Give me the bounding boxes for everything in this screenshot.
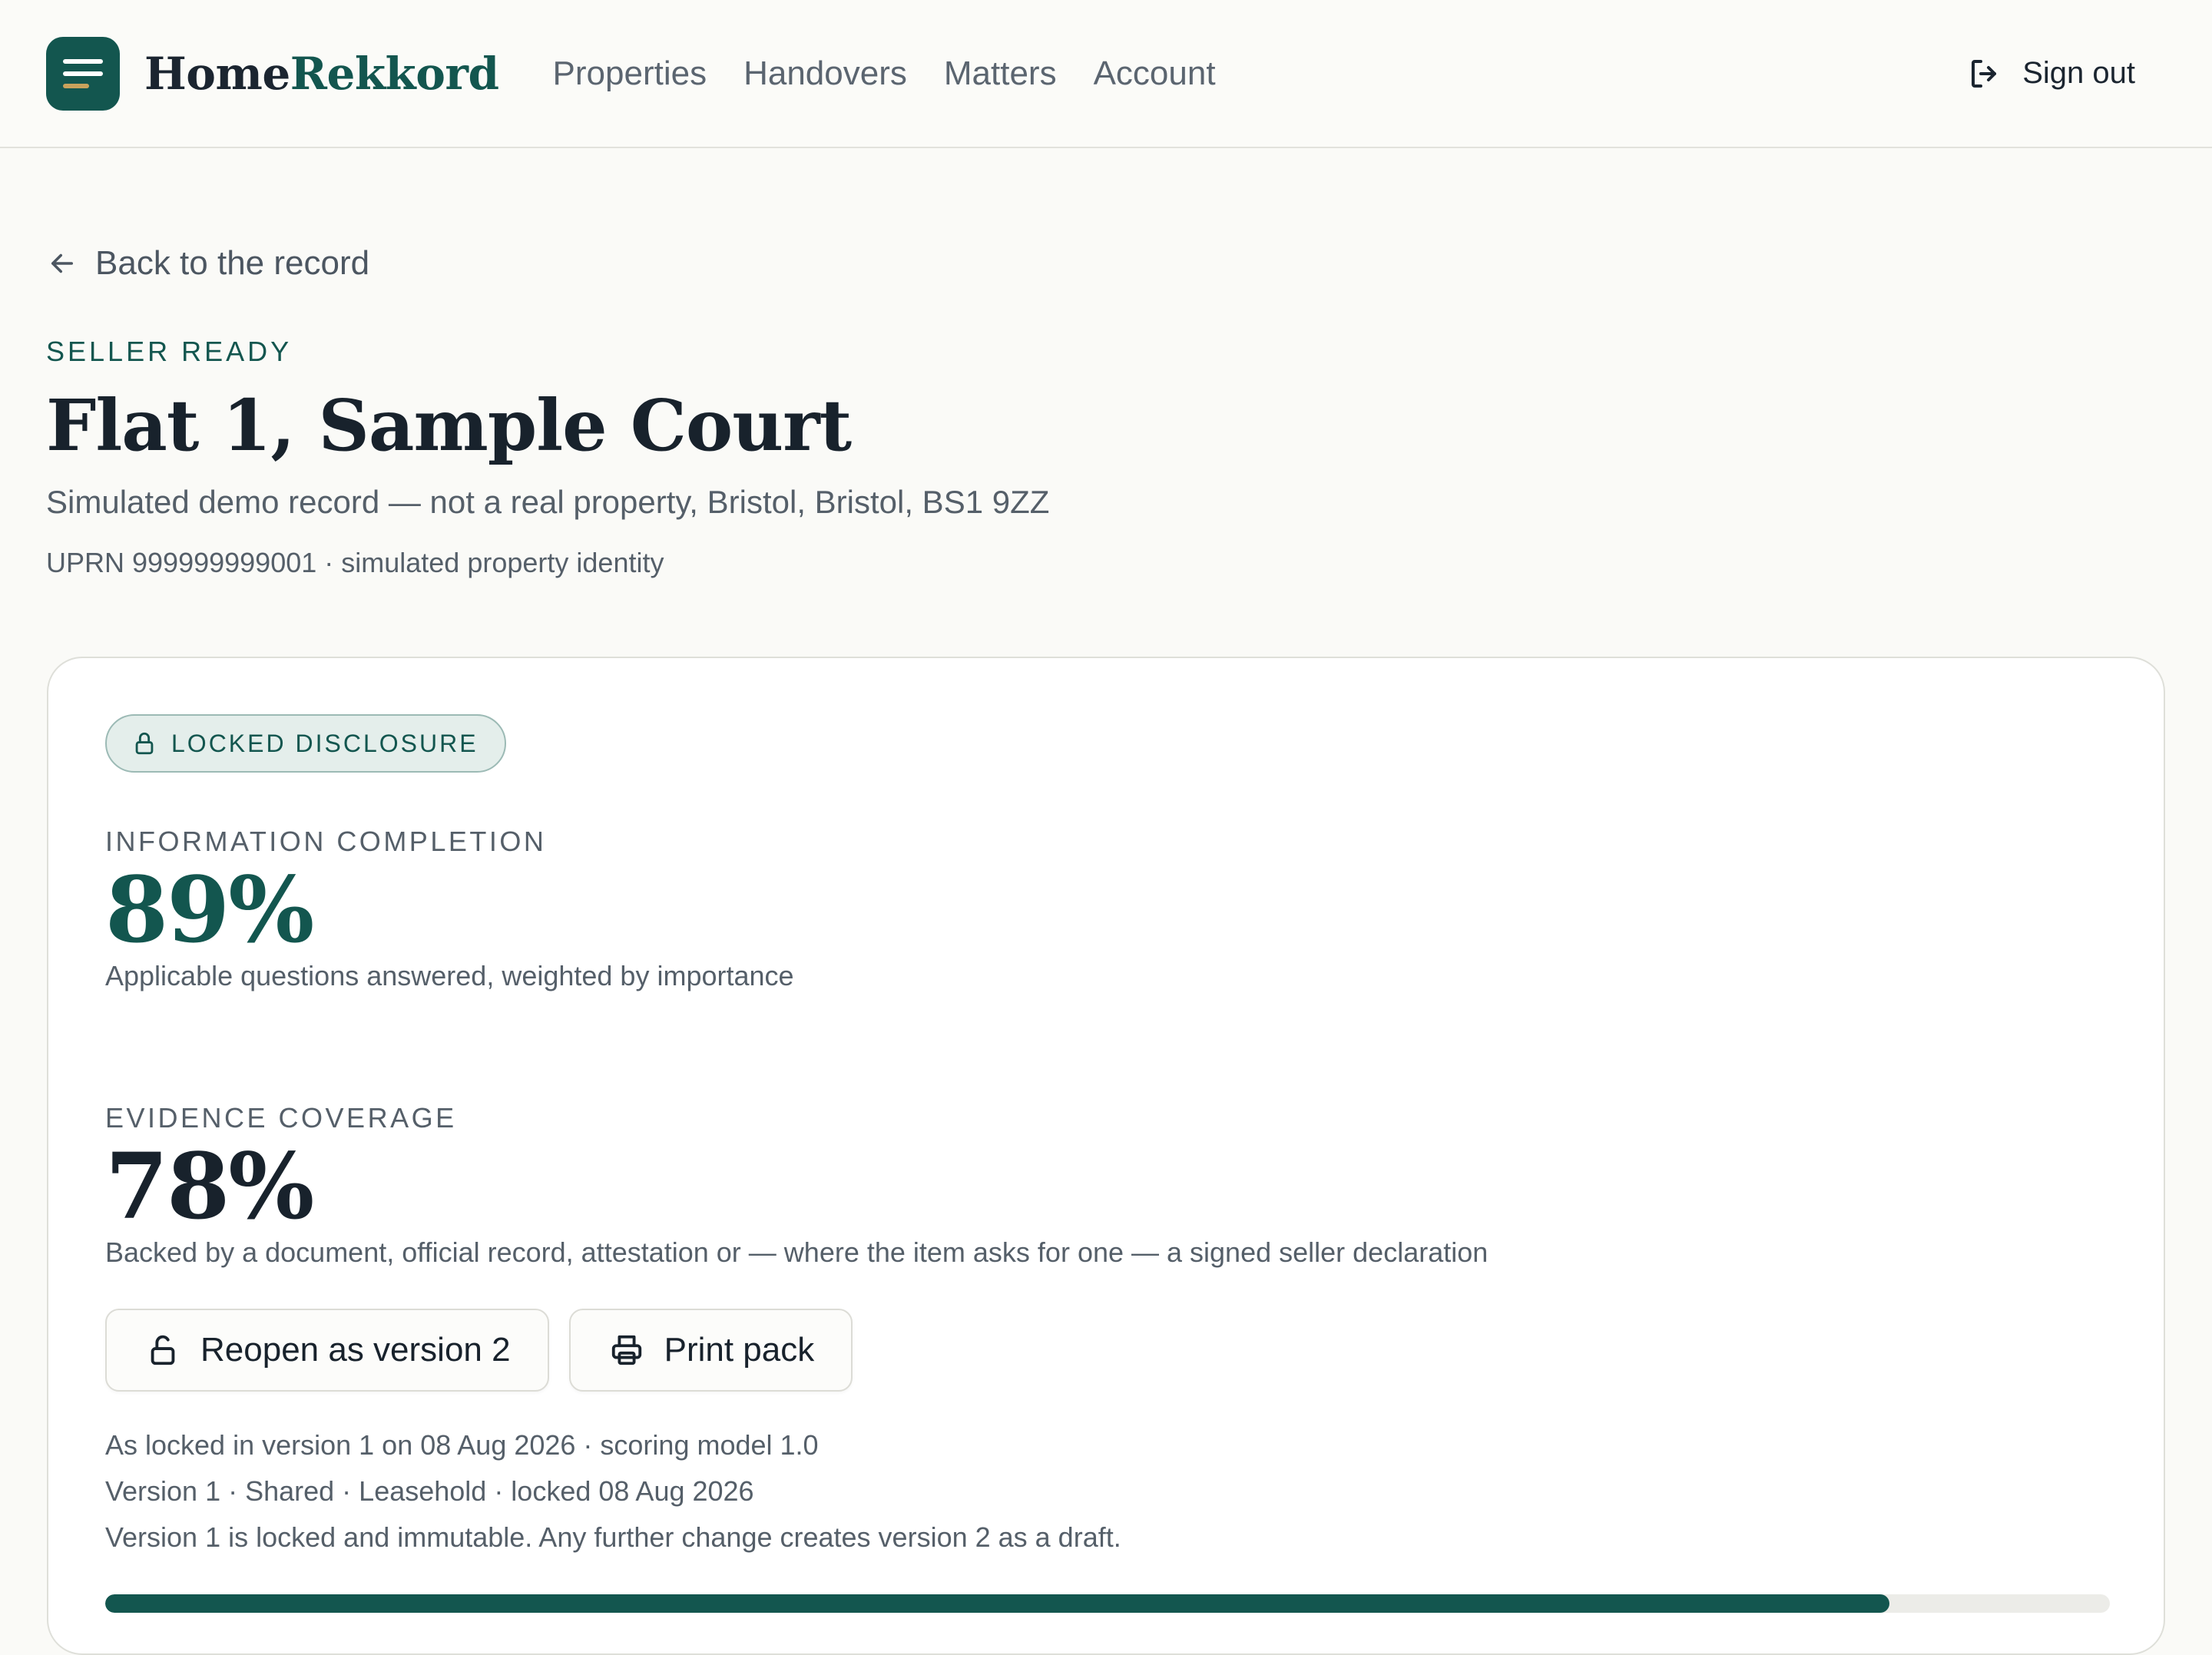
completion-description: Applicable questions answered, weighted … bbox=[105, 960, 794, 991]
reopen-version-button[interactable]: Reopen as version 2 bbox=[105, 1309, 549, 1392]
reopen-label: Reopen as version 2 bbox=[200, 1331, 511, 1369]
disclosure-card: LOCKED DISCLOSURE INFORMATION COMPLETION… bbox=[47, 657, 2165, 1655]
evidence-value: 78% bbox=[105, 1133, 314, 1240]
print-label: Print pack bbox=[664, 1331, 815, 1369]
evidence-label: EVIDENCE COVERAGE bbox=[105, 1102, 457, 1134]
completion-value: 89% bbox=[105, 856, 314, 963]
property-address: Simulated demo record — not a real prope… bbox=[46, 484, 1050, 520]
sign-out-icon bbox=[1972, 59, 1997, 88]
completion-progress-fill bbox=[105, 1594, 1889, 1613]
evidence-description: Backed by a document, official record, a… bbox=[105, 1236, 1488, 1268]
brand-logo[interactable]: HomeRekkord bbox=[144, 48, 499, 100]
sign-out-label: Sign out bbox=[2022, 56, 2135, 90]
print-pack-button[interactable]: Print pack bbox=[568, 1309, 853, 1392]
uprn-line: UPRN 999999999001 · simulated property i… bbox=[46, 547, 664, 578]
immutability-note: Version 1 is locked and immutable. Any f… bbox=[105, 1521, 1121, 1553]
status-eyebrow: SELLER READY bbox=[46, 336, 293, 367]
unlock-icon bbox=[151, 1335, 175, 1365]
top-navigation: HomeRekkord Properties Handovers Matters… bbox=[0, 0, 2212, 148]
badge-label: LOCKED DISCLOSURE bbox=[171, 729, 478, 757]
back-label: Back to the record bbox=[95, 244, 370, 282]
menu-icon[interactable] bbox=[46, 36, 120, 111]
action-buttons: Reopen as version 2 Print pack bbox=[105, 1309, 853, 1392]
brand-home: Home bbox=[144, 47, 290, 100]
printer-icon bbox=[611, 1335, 641, 1365]
sign-out-button[interactable]: Sign out bbox=[1967, 55, 2135, 92]
locked-disclosure-badge: LOCKED DISCLOSURE bbox=[105, 714, 506, 773]
lock-icon bbox=[135, 732, 154, 755]
arrow-left-icon bbox=[51, 253, 73, 273]
locked-version-note: As locked in version 1 on 08 Aug 2026 · … bbox=[105, 1429, 819, 1461]
back-to-record-link[interactable]: Back to the record bbox=[46, 244, 369, 283]
version-summary: Version 1 · Shared · Leasehold · locked … bbox=[105, 1475, 754, 1507]
nav-link-matters[interactable]: Matters bbox=[944, 55, 1057, 93]
nav-link-properties[interactable]: Properties bbox=[553, 55, 707, 93]
nav-link-account[interactable]: Account bbox=[1094, 55, 1216, 93]
completion-label: INFORMATION COMPLETION bbox=[105, 826, 547, 857]
nav-link-handovers[interactable]: Handovers bbox=[743, 55, 907, 93]
main-nav: Properties Handovers Matters Account bbox=[553, 55, 1216, 93]
brand-rekkord: Rekkord bbox=[290, 47, 499, 100]
page-title: Flat 1, Sample Court bbox=[46, 384, 852, 467]
completion-progress-bar bbox=[105, 1594, 2110, 1613]
